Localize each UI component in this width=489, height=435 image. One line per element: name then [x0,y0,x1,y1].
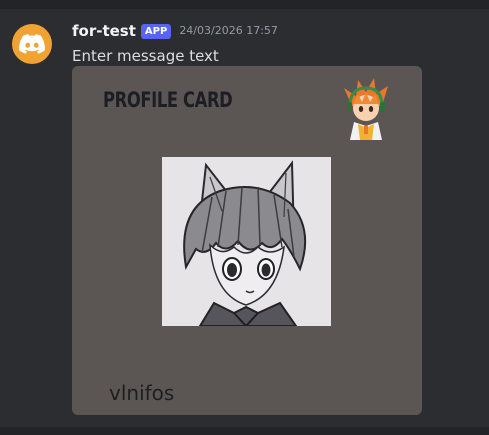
sketched-cat-eared-character-portrait[interactable] [162,157,331,326]
top-divider-strip [0,0,489,9]
profile-name: vlnifos [109,381,175,405]
username[interactable]: for-test [72,20,136,42]
message-header: for-test APP 24/03/2026 17:57 [72,20,278,42]
card-title: PROFILE CARD [103,88,233,112]
avatar[interactable] [12,24,52,64]
bottom-divider-strip [0,427,489,435]
message-text: Enter message text [72,47,219,65]
profile-card-embed: PROFILE CARD vlnifos [72,66,422,415]
discord-logo-icon [19,34,45,54]
app-badge: APP [140,23,172,39]
anime-character-thumbnail[interactable] [338,76,394,140]
timestamp[interactable]: 24/03/2026 17:57 [179,20,278,42]
